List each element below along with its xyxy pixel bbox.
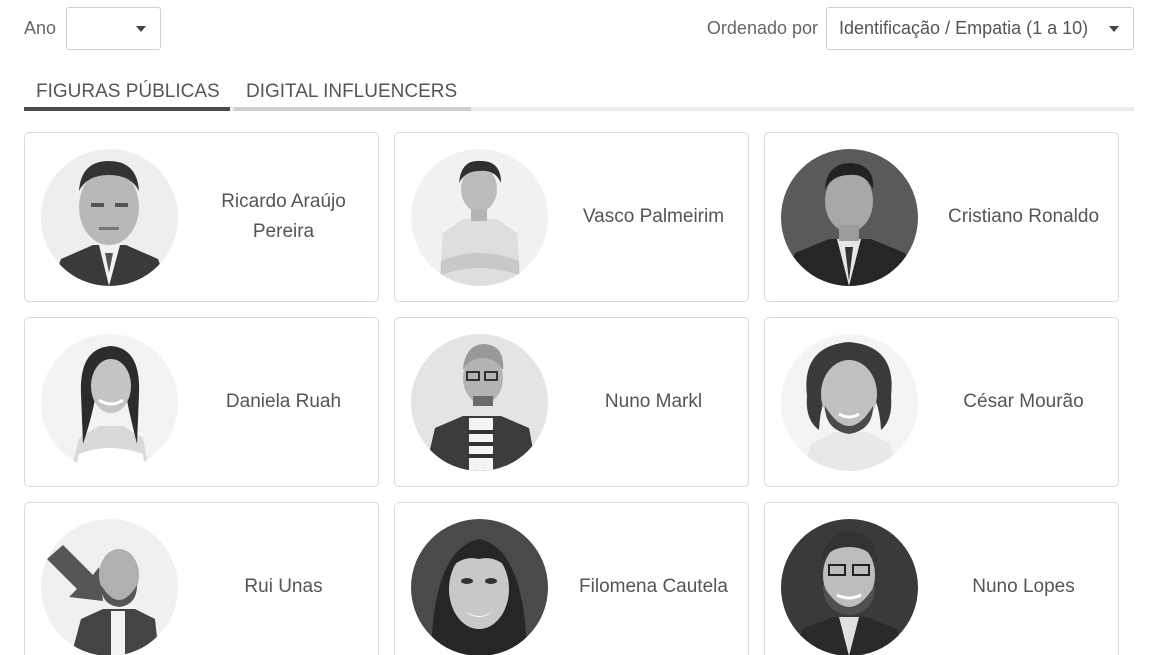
year-label: Ano [24, 18, 57, 38]
person-photo [411, 519, 548, 655]
person-card[interactable]: César Mourão [764, 317, 1119, 487]
person-photo [41, 519, 178, 655]
person-photo [41, 149, 178, 286]
person-name: Rui Unas [244, 576, 323, 597]
tab-label: DIGITAL INFLUENCERS [246, 81, 458, 102]
person-card[interactable]: Filomena Cautela [394, 502, 749, 655]
person-photo [781, 519, 918, 655]
person-card[interactable]: Nuno Lopes [764, 502, 1119, 655]
person-card[interactable]: Cristiano Ronaldo [764, 132, 1119, 302]
person-name: César Mourão [963, 391, 1084, 412]
tab-label: FIGURAS PÚBLICAS [36, 81, 220, 102]
person-name: Daniela Ruah [225, 391, 342, 412]
person-photo [781, 334, 918, 471]
sort-label: Ordenado por [706, 18, 818, 38]
caret-down-icon [1109, 26, 1119, 32]
person-photo [411, 149, 548, 286]
person-card[interactable]: Rui Unas [24, 502, 379, 655]
year-select[interactable] [66, 7, 161, 50]
person-card[interactable]: Ricardo Araújo Pereira [24, 132, 379, 302]
tab-figuras-publicas[interactable]: FIGURAS PÚBLICAS [24, 78, 230, 113]
person-card[interactable]: Daniela Ruah [24, 317, 379, 487]
filter-bar: Ano Ordenado por Identificação / Empatia… [24, 7, 1134, 50]
category-tabs: FIGURAS PÚBLICAS DIGITAL INFLUENCERS [24, 78, 1134, 113]
tab-underline-active [24, 107, 230, 111]
person-name: Nuno Markl [604, 391, 703, 412]
person-card[interactable]: Nuno Markl [394, 317, 749, 487]
person-name: Ricardo Araújo Pereira [221, 191, 346, 242]
person-name: Vasco Palmeirim [582, 206, 725, 227]
person-photo [781, 149, 918, 286]
person-name: Filomena Cautela [579, 576, 728, 597]
person-name: Nuno Lopes [972, 576, 1075, 597]
caret-down-icon [136, 26, 146, 32]
person-card[interactable]: Vasco Palmeirim [394, 132, 749, 302]
tab-underline [234, 107, 471, 111]
sort-select[interactable]: Identificação / Empatia (1 a 10) [826, 7, 1134, 50]
person-photo [41, 334, 178, 471]
person-photo [411, 334, 548, 471]
tab-digital-influencers[interactable]: DIGITAL INFLUENCERS [234, 78, 471, 113]
person-name: Cristiano Ronaldo [947, 206, 1100, 227]
sort-select-value: Identificação / Empatia (1 a 10) [839, 18, 1089, 38]
